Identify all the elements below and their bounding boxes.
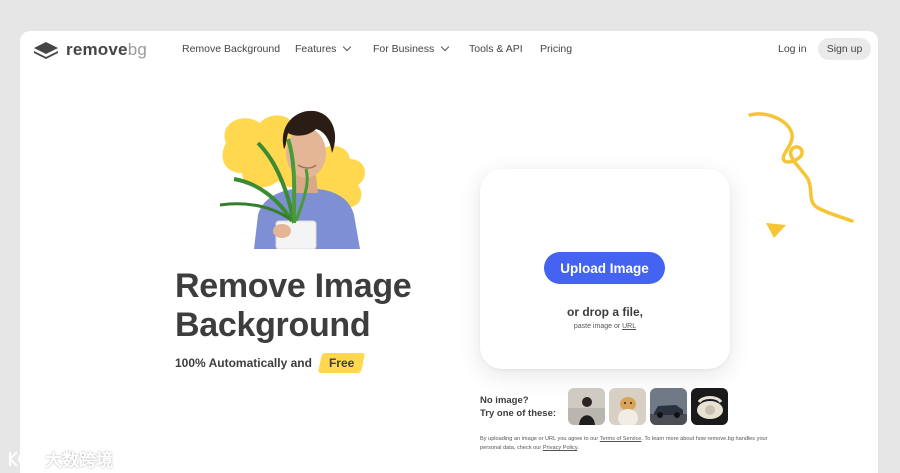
nav-tools-api[interactable]: Tools & API: [469, 43, 523, 55]
free-badge: Free: [320, 353, 363, 373]
tagline: 100% Automatically and Free: [175, 353, 363, 373]
upload-image-button[interactable]: Upload Image: [544, 252, 665, 284]
sample-dog-image: [609, 388, 646, 425]
top-nav: removebg Remove Background Features For …: [20, 31, 878, 69]
triangle-decoration: [766, 223, 786, 238]
privacy-link[interactable]: Privacy Policy: [543, 445, 577, 451]
person-plant-illustration: [219, 110, 365, 249]
signup-button[interactable]: Sign up: [818, 38, 871, 60]
chevron-down-icon: [441, 42, 450, 52]
drop-file-text: or drop a file,: [566, 305, 643, 319]
terms-link[interactable]: Terms of Service: [600, 436, 642, 442]
browser-page: removebg Remove Background Features For …: [20, 31, 878, 473]
brand-logo[interactable]: removebg: [33, 38, 147, 62]
watermark: 大数跨境: [7, 446, 113, 471]
nav-for-business[interactable]: For Business: [373, 42, 450, 55]
brand-name: removebg: [66, 40, 147, 59]
upload-dropzone[interactable]: Upload Image or drop a file, paste image…: [480, 169, 730, 369]
sample-car-image: [650, 388, 687, 425]
login-link[interactable]: Log in: [778, 43, 807, 55]
sample-thumbnail-dog[interactable]: [609, 388, 646, 425]
page-title: Remove Image Background: [175, 267, 412, 344]
sample-thumbnail-car[interactable]: [650, 388, 687, 425]
nav-pricing[interactable]: Pricing: [540, 43, 572, 55]
legal-notice: By uploading an image or URL you agree t…: [480, 436, 768, 451]
watermark-logo-icon: [8, 450, 41, 467]
nav-features[interactable]: Features: [295, 42, 352, 55]
sample-thumbnail-person[interactable]: [568, 388, 605, 425]
sample-phone-image: [691, 388, 728, 425]
chevron-down-icon: [343, 42, 352, 52]
paste-hint: paste image or URL: [573, 323, 637, 330]
squiggle-decoration: [748, 112, 854, 223]
paste-url-link[interactable]: URL: [622, 323, 636, 330]
nav-remove-background[interactable]: Remove Background: [182, 43, 280, 55]
sample-person-image: [568, 388, 605, 425]
layers-logo-icon: [34, 42, 58, 59]
sample-thumbnail-phone[interactable]: [691, 388, 728, 425]
sample-prompt: No image? Try one of these:: [480, 395, 557, 419]
